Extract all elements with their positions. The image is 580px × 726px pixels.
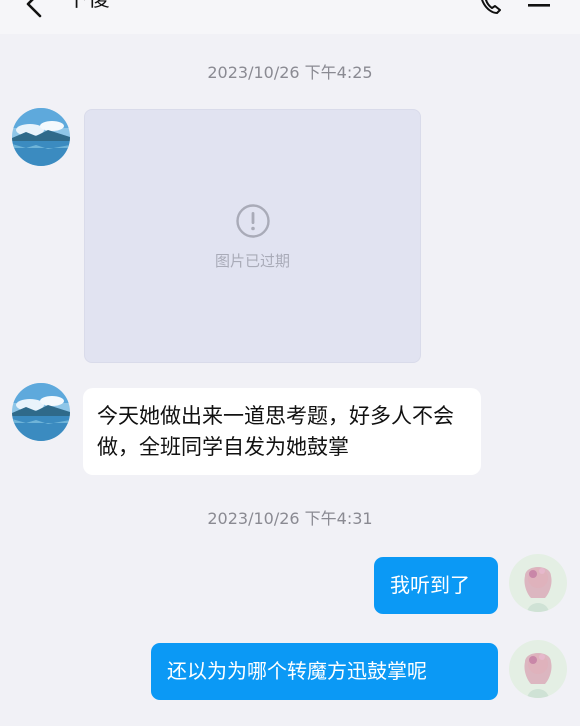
chat-title: 下傻	[66, 0, 110, 14]
message-timestamp: 2023/10/26 下午4:25	[207, 63, 373, 82]
chat-header: 下傻	[0, 0, 580, 34]
image-expired-label: 图片已过期	[214, 252, 290, 270]
self-avatar[interactable]	[509, 640, 567, 698]
outgoing-message-bubble[interactable]: 我听到了	[374, 557, 498, 614]
expired-image[interactable]: 图片已过期	[84, 109, 421, 363]
contact-avatar[interactable]	[12, 108, 70, 166]
contact-avatar[interactable]	[12, 383, 70, 441]
phone-icon[interactable]	[478, 0, 504, 16]
outgoing-message-bubble[interactable]: 还以为为哪个转魔方迅鼓掌呢	[151, 643, 498, 700]
message-timestamp: 2023/10/26 下午4:31	[207, 509, 373, 528]
warning-circle-icon	[236, 204, 270, 238]
menu-icon[interactable]	[526, 0, 552, 10]
self-avatar[interactable]	[509, 554, 567, 612]
incoming-message-bubble[interactable]: 今天她做出来一道思考题，好多人不会做，全班同学自发为她鼓掌	[83, 388, 481, 475]
chevron-left-icon[interactable]	[22, 0, 46, 18]
